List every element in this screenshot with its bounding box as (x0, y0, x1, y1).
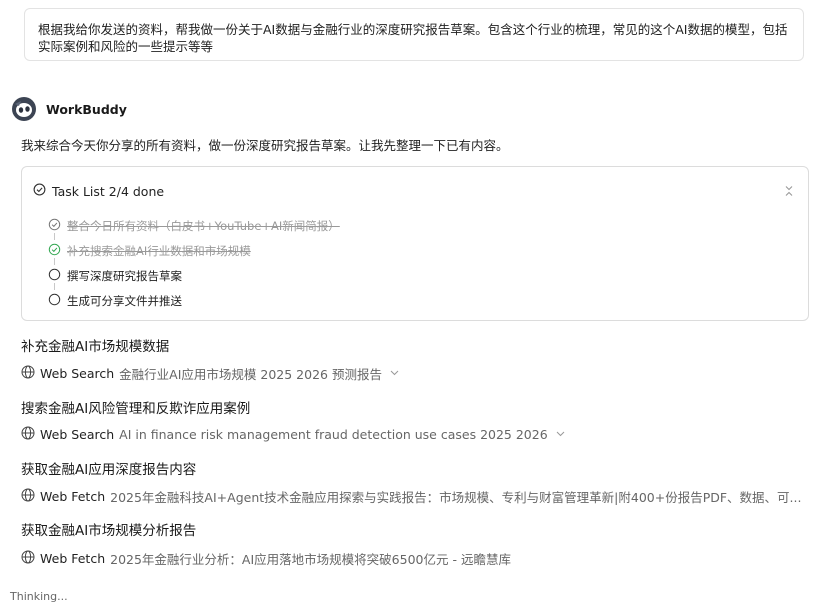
tool-name: Web Fetch (40, 551, 106, 566)
chevron-down-icon[interactable] (390, 368, 399, 379)
task-label: 生成可分享文件并推送 (67, 294, 182, 308)
step-title: 搜索金融AI风险管理和反欺诈应用案例 (21, 401, 251, 417)
task-label: 补充搜索金融AI行业数据和市场规模 (67, 244, 251, 258)
tool-query: 2025年金融科技AI+Agent技术金融应用探索与实践报告：市场规模、专利与财… (110, 490, 802, 505)
agent-avatar (12, 97, 36, 121)
tool-query: AI in finance risk management fraud dete… (119, 427, 548, 442)
tool-name: Web Search (40, 427, 115, 442)
globe-icon (21, 488, 35, 505)
globe-icon (21, 550, 35, 567)
task-item: 生成可分享文件并推送 (48, 293, 182, 309)
check-circle-icon (33, 183, 46, 199)
tool-name: Web Fetch (40, 489, 106, 504)
step-title: 获取金融AI应用深度报告内容 (21, 462, 197, 478)
task-item: 撰写深度研究报告草案 (48, 268, 182, 284)
done-check-icon (48, 243, 61, 259)
agent-header: WorkBuddy (12, 97, 127, 121)
task-list-header[interactable]: Task List 2/4 done (33, 183, 164, 199)
agent-intro: 我来综合今天你分享的所有资料，做一份深度研究报告草案。让我先整理一下已有内容。 (21, 138, 509, 153)
globe-icon (21, 365, 35, 382)
globe-icon (21, 426, 35, 443)
task-connector (54, 283, 55, 290)
step-title: 获取金融AI市场规模分析报告 (21, 523, 197, 539)
task-list-card: Task List 2/4 done 整合今日所有资料（白皮书+YouTube+… (21, 166, 809, 321)
task-item: 整合今日所有资料（白皮书+YouTube+AI新闻简报） (48, 218, 340, 234)
done-check-icon (48, 218, 61, 234)
collapse-icon[interactable] (782, 183, 796, 197)
pending-circle-icon (48, 268, 61, 284)
tool-call-row[interactable]: Web Search 金融行业AI应用市场规模 2025 2026 预测报告 (21, 364, 399, 383)
task-connector (54, 258, 55, 265)
task-item: 补充搜索金融AI行业数据和市场规模 (48, 243, 251, 259)
tool-query: 金融行业AI应用市场规模 2025 2026 预测报告 (119, 367, 382, 382)
thinking-status: Thinking... (10, 590, 68, 603)
task-label: 撰写深度研究报告草案 (67, 269, 182, 283)
tool-call-row[interactable]: Web Search AI in finance risk management… (21, 426, 565, 443)
tool-call-row[interactable]: Web Fetch 2025年金融行业分析：AI应用落地市场规模将突破6500亿… (21, 549, 511, 568)
task-connector (54, 233, 55, 240)
task-label: 整合今日所有资料（白皮书+YouTube+AI新闻简报） (67, 219, 340, 233)
agent-name: WorkBuddy (46, 101, 127, 117)
tool-call-row[interactable]: Web Fetch 2025年金融科技AI+Agent技术金融应用探索与实践报告… (21, 487, 801, 506)
tool-name: Web Search (40, 366, 115, 381)
chevron-down-icon[interactable] (556, 429, 565, 440)
task-list-title: Task List 2/4 done (52, 183, 165, 199)
pending-circle-icon (48, 293, 61, 309)
step-title: 补充金融AI市场规模数据 (21, 339, 170, 355)
user-message: 根据我给你发送的资料，帮我做一份关于AI数据与金融行业的深度研究报告草案。包含这… (24, 8, 804, 61)
tool-query: 2025年金融行业分析：AI应用落地市场规模将突破6500亿元 - 远瞻慧库 (110, 552, 511, 567)
